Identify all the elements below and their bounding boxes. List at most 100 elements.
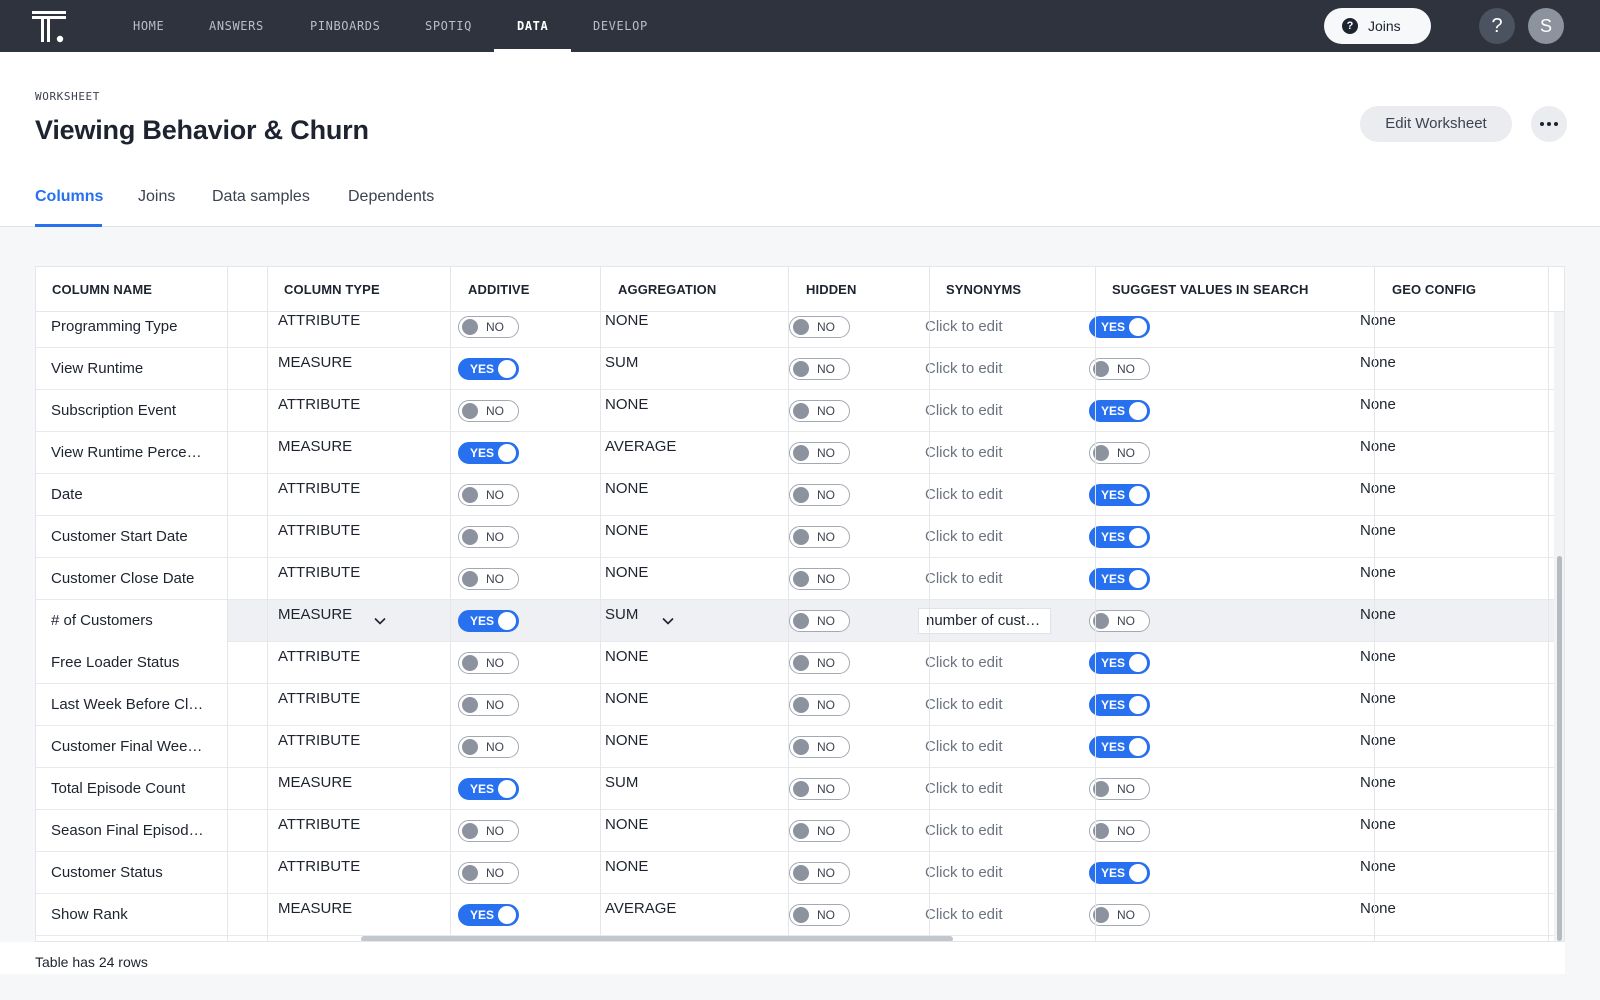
hidden-toggle[interactable]: NO [789, 526, 850, 548]
hidden-toggle[interactable]: NO [789, 694, 850, 716]
table-row[interactable]: Customer Start Date ATTRIBUTE NO NONE NO Clic… [36, 516, 1556, 558]
chevron-down-icon[interactable] [373, 614, 387, 628]
table-row[interactable]: Last Week Before Cl… ATTRIBUTE NO NONE NO Cli… [36, 684, 1556, 726]
column-type-cell[interactable]: ATTRIBUTE [278, 852, 388, 894]
table-row[interactable]: Customer Status ATTRIBUTE NO NONE NO Click to… [36, 852, 1556, 894]
column-type-cell[interactable]: ATTRIBUTE [278, 684, 388, 726]
hidden-toggle[interactable]: NO [789, 862, 850, 884]
column-type-cell[interactable]: ATTRIBUTE [278, 390, 388, 432]
table-row[interactable]: View Runtime Perce… MEASURE YES AVERAGE NO Cl… [36, 432, 1556, 474]
nav-spotiq[interactable]: SPOTIQ [425, 0, 472, 52]
synonyms-cell[interactable]: Click to edit [925, 558, 1085, 600]
additive-toggle[interactable]: NO [458, 400, 519, 422]
column-type-cell[interactable]: ATTRIBUTE [278, 558, 388, 600]
table-row[interactable]: # of Customers MEASURE YES SUM NO number of c… [36, 600, 1556, 642]
suggest-values-toggle[interactable]: NO [1089, 442, 1150, 464]
synonyms-cell[interactable]: Click to edit [925, 306, 1085, 348]
geo-config-cell[interactable]: None [1360, 642, 1460, 684]
synonyms-cell[interactable]: Click to edit [925, 894, 1085, 936]
geo-config-cell[interactable]: None [1360, 516, 1460, 558]
geo-config-cell[interactable]: None [1360, 390, 1460, 432]
help-button[interactable]: ? [1479, 8, 1515, 44]
suggest-values-toggle[interactable]: NO [1089, 904, 1150, 926]
synonyms-cell[interactable]: Click to edit [925, 516, 1085, 558]
aggregation-cell[interactable]: NONE [605, 642, 725, 684]
geo-config-cell[interactable]: None [1360, 600, 1460, 642]
vertical-scrollbar-thumb[interactable] [1557, 556, 1562, 941]
synonyms-cell[interactable]: Click to edit [925, 390, 1085, 432]
tab-data-samples[interactable]: Data samples [212, 188, 310, 206]
nav-data[interactable]: DATA [517, 0, 548, 52]
synonyms-input[interactable]: number of cust… [918, 608, 1051, 634]
geo-config-cell[interactable]: None [1360, 684, 1460, 726]
synonyms-cell[interactable]: Click to edit [925, 474, 1085, 516]
suggest-values-toggle[interactable]: NO [1089, 358, 1150, 380]
hidden-toggle[interactable]: NO [789, 610, 850, 632]
additive-toggle[interactable]: NO [458, 736, 519, 758]
suggest-values-toggle[interactable]: YES [1089, 862, 1150, 884]
geo-config-cell[interactable]: None [1360, 474, 1460, 516]
geo-config-cell[interactable]: None [1360, 726, 1460, 768]
header-additive[interactable]: ADDITIVE [468, 267, 529, 312]
additive-toggle[interactable]: YES [458, 442, 519, 464]
aggregation-cell[interactable]: AVERAGE [605, 894, 725, 936]
hidden-toggle[interactable]: NO [789, 904, 850, 926]
aggregation-cell[interactable]: SUM [605, 348, 725, 390]
geo-config-cell[interactable]: None [1360, 306, 1460, 348]
edit-worksheet-button[interactable]: Edit Worksheet [1360, 106, 1512, 142]
suggest-values-toggle[interactable]: YES [1089, 400, 1150, 422]
suggest-values-toggle[interactable]: YES [1089, 316, 1150, 338]
column-type-cell[interactable]: ATTRIBUTE [278, 516, 388, 558]
geo-config-cell[interactable]: None [1360, 558, 1460, 600]
nav-develop[interactable]: DEVELOP [593, 0, 648, 52]
column-type-cell[interactable]: ATTRIBUTE [278, 474, 388, 516]
column-type-cell[interactable]: ATTRIBUTE [278, 642, 388, 684]
aggregation-cell[interactable]: NONE [605, 516, 725, 558]
suggest-values-toggle[interactable]: YES [1089, 526, 1150, 548]
aggregation-cell[interactable]: SUM [605, 768, 725, 810]
tab-columns[interactable]: Columns [35, 188, 103, 206]
aggregation-cell[interactable]: AVERAGE [605, 432, 725, 474]
hidden-toggle[interactable]: NO [789, 652, 850, 674]
additive-toggle[interactable]: NO [458, 652, 519, 674]
user-avatar[interactable]: S [1528, 8, 1564, 44]
geo-config-cell[interactable]: None [1360, 768, 1460, 810]
header-synonyms[interactable]: SYNONYMS [946, 267, 1021, 312]
header-hidden[interactable]: HIDDEN [806, 267, 856, 312]
synonyms-cell[interactable]: Click to edit [925, 768, 1085, 810]
additive-toggle[interactable]: NO [458, 568, 519, 590]
suggest-values-toggle[interactable]: NO [1089, 778, 1150, 800]
hidden-toggle[interactable]: NO [789, 820, 850, 842]
header-geo-config[interactable]: GEO CONFIG [1392, 267, 1476, 312]
hidden-toggle[interactable]: NO [789, 736, 850, 758]
additive-toggle[interactable]: YES [458, 778, 519, 800]
synonyms-cell[interactable]: Click to edit [925, 726, 1085, 768]
additive-toggle[interactable]: YES [458, 610, 519, 632]
hidden-toggle[interactable]: NO [789, 400, 850, 422]
column-type-cell[interactable]: MEASURE [278, 600, 388, 642]
aggregation-cell[interactable]: NONE [605, 810, 725, 852]
synonyms-cell[interactable]: Click to edit [925, 684, 1085, 726]
additive-toggle[interactable]: NO [458, 862, 519, 884]
synonyms-cell[interactable]: Click to edit [925, 432, 1085, 474]
header-suggest-values[interactable]: SUGGEST VALUES IN SEARCH [1112, 267, 1308, 312]
synonyms-cell[interactable]: Click to edit [925, 348, 1085, 390]
nav-home[interactable]: HOME [133, 0, 164, 52]
hidden-toggle[interactable]: NO [789, 316, 850, 338]
suggest-values-toggle[interactable]: NO [1089, 610, 1150, 632]
geo-config-cell[interactable]: None [1360, 432, 1460, 474]
geo-config-cell[interactable]: None [1360, 810, 1460, 852]
hidden-toggle[interactable]: NO [789, 778, 850, 800]
aggregation-cell[interactable]: NONE [605, 390, 725, 432]
header-column-type[interactable]: COLUMN TYPE [284, 267, 380, 312]
table-row[interactable]: Show Rank MEASURE YES AVERAGE NO Click to edi… [36, 894, 1556, 936]
additive-toggle[interactable]: NO [458, 484, 519, 506]
geo-config-cell[interactable]: None [1360, 348, 1460, 390]
hidden-toggle[interactable]: NO [789, 442, 850, 464]
geo-config-cell[interactable]: None [1360, 852, 1460, 894]
suggest-values-toggle[interactable]: YES [1089, 568, 1150, 590]
synonyms-cell[interactable]: Click to edit [925, 810, 1085, 852]
table-row[interactable]: Subscription Event ATTRIBUTE NO NONE NO Click… [36, 390, 1556, 432]
synonyms-cell[interactable]: Click to edit [925, 852, 1085, 894]
aggregation-cell[interactable]: NONE [605, 306, 725, 348]
